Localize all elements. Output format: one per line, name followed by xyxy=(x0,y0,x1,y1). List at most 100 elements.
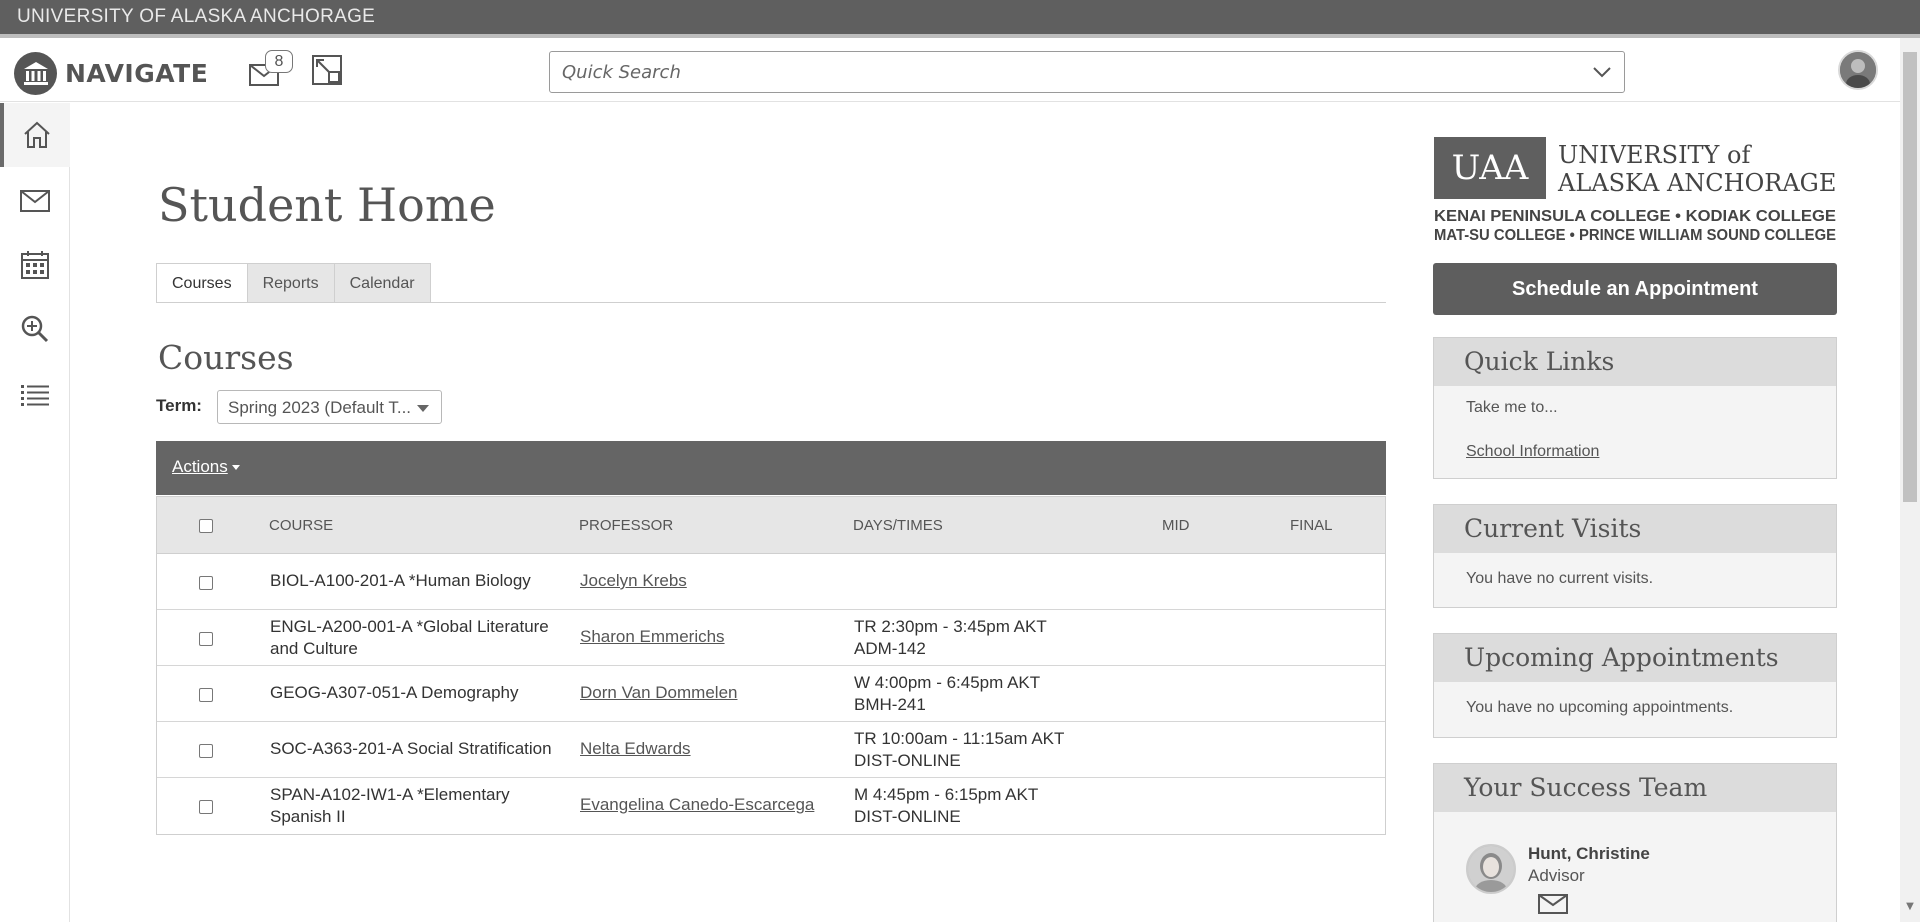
table-header: COURSE PROFESSOR DAYS/TIMES MID FINAL xyxy=(157,497,1385,554)
course-name: GEOG-A307-051-A Demography xyxy=(270,683,519,702)
chevron-down-icon[interactable] xyxy=(1592,64,1612,80)
scrollbar-thumb[interactable] xyxy=(1903,52,1917,502)
professor-link[interactable]: Jocelyn Krebs xyxy=(580,571,687,590)
user-photo-icon xyxy=(1840,52,1876,88)
meeting-time: M 4:45pm - 6:15pm AKT xyxy=(854,785,1039,804)
current-visits-body: You have no current visits. xyxy=(1434,553,1836,601)
row-checkbox[interactable] xyxy=(199,800,213,814)
header-mid[interactable]: MID xyxy=(1162,517,1190,534)
expand-button[interactable] xyxy=(311,54,345,88)
svg-text:UAA: UAA xyxy=(1452,148,1529,188)
professor-cell: Dorn Van Dommelen xyxy=(580,682,737,704)
course-name: BIOL-A100-201-A *Human Biology xyxy=(270,571,531,590)
row-checkbox[interactable] xyxy=(199,632,213,646)
header-professor[interactable]: PROFESSOR xyxy=(579,517,673,534)
svg-text:MAT-SU COLLEGE • PRINCE WILL: MAT-SU COLLEGE • PRINCE WILLIAM SOUND CO… xyxy=(1434,227,1836,244)
tab-calendar[interactable]: Calendar xyxy=(334,263,431,303)
row-checkbox[interactable] xyxy=(199,576,213,590)
table-row: ENGL-A200-001-A *Global Literature and C… xyxy=(157,610,1385,666)
quick-links-panel: Quick Links Take me to... School Informa… xyxy=(1433,337,1837,479)
school-information-link[interactable]: School Information xyxy=(1466,443,1599,460)
course-name: ENGL-A200-001-A *Global Literature and C… xyxy=(270,617,549,658)
success-team-panel: Your Success Team Hunt, Christine Adviso… xyxy=(1433,763,1837,922)
table-row: SPAN-A102-IW1-A *Elementary Spanish II E… xyxy=(157,778,1385,834)
institution-name: UNIVERSITY OF ALASKA ANCHORAGE xyxy=(17,6,376,27)
sidebar-item-home[interactable] xyxy=(0,103,70,167)
brand-name: NAVIGATE xyxy=(65,59,209,88)
meeting-room: DIST-ONLINE xyxy=(854,751,961,770)
svg-text:ALASKA ANCHORAGE.: ALASKA ANCHORAGE. xyxy=(1557,169,1838,197)
user-avatar[interactable] xyxy=(1838,50,1878,90)
course-name: SOC-A363-201-A Social Stratification xyxy=(270,739,552,758)
courses-table: COURSE PROFESSOR DAYS/TIMES MID FINAL BI… xyxy=(156,496,1386,835)
term-select[interactable]: Spring 2023 (Default T... xyxy=(217,390,442,424)
upcoming-appointments-title: Upcoming Appointments xyxy=(1434,634,1836,682)
tab-reports[interactable]: Reports xyxy=(247,263,335,303)
institution-logo-icon xyxy=(14,52,57,95)
days-times-cell: TR 2:30pm - 3:45pm AKT ADM-142 xyxy=(854,616,1094,660)
professor-cell: Nelta Edwards xyxy=(580,738,691,760)
meeting-room: ADM-142 xyxy=(854,639,926,658)
upcoming-appointments-text: You have no upcoming appointments. xyxy=(1466,699,1734,716)
advisor-role: Advisor xyxy=(1528,866,1585,885)
meeting-time: TR 10:00am - 11:15am AKT xyxy=(854,729,1065,748)
days-times-cell: M 4:45pm - 6:15pm AKT DIST-ONLINE xyxy=(854,784,1094,828)
success-team-title: Your Success Team xyxy=(1434,764,1836,812)
current-visits-text: You have no current visits. xyxy=(1466,570,1654,587)
quick-search-input[interactable] xyxy=(562,60,1562,84)
table-row: SOC-A363-201-A Social Stratification Nel… xyxy=(157,722,1385,778)
advisor-name: Hunt, Christine xyxy=(1528,844,1650,863)
current-visits-panel: Current Visits You have no current visit… xyxy=(1433,504,1837,608)
messages-button[interactable]: 8 xyxy=(249,50,293,86)
svg-text:UNIVERSITY of: UNIVERSITY of xyxy=(1558,141,1752,169)
professor-link[interactable]: Sharon Emmerichs xyxy=(580,627,725,646)
row-checkbox[interactable] xyxy=(199,688,213,702)
professor-cell: Evangelina Canedo-Escarcega xyxy=(580,794,814,816)
quick-links-title: Quick Links xyxy=(1434,338,1836,386)
quick-search[interactable] xyxy=(549,51,1625,93)
tab-courses[interactable]: Courses xyxy=(156,263,248,303)
navigate-brand[interactable]: NAVIGATE xyxy=(14,52,208,95)
success-team-member: Hunt, Christine Advisor xyxy=(1466,844,1826,922)
advisor-avatar xyxy=(1466,844,1516,894)
top-navbar: NAVIGATE 8 xyxy=(0,38,1900,102)
row-checkbox[interactable] xyxy=(199,744,213,758)
table-row: GEOG-A307-051-A Demography Dorn Van Domm… xyxy=(157,666,1385,722)
professor-link[interactable]: Nelta Edwards xyxy=(580,739,691,758)
schedule-appointment-button[interactable]: Schedule an Appointment xyxy=(1433,263,1837,315)
actions-label: Actions xyxy=(172,457,228,476)
select-all-checkbox[interactable] xyxy=(199,519,213,533)
sidebar-item-search[interactable] xyxy=(0,297,70,361)
header-course[interactable]: COURSE xyxy=(269,517,333,534)
left-sidebar xyxy=(0,103,70,922)
term-selected-value: Spring 2023 (Default T... xyxy=(228,398,412,417)
header-days-times[interactable]: DAYS/TIMES xyxy=(853,517,943,534)
quick-links-intro: Take me to... xyxy=(1466,399,1558,416)
upcoming-appointments-body: You have no upcoming appointments. xyxy=(1434,682,1836,730)
professor-link[interactable]: Dorn Van Dommelen xyxy=(580,683,737,702)
actions-bar: Actions xyxy=(156,441,1386,495)
header-final[interactable]: FINAL xyxy=(1290,517,1333,534)
message-count-badge: 8 xyxy=(265,50,293,73)
courses-heading: Courses xyxy=(158,338,294,377)
sidebar-item-calendar[interactable] xyxy=(0,233,70,297)
calendar-icon xyxy=(21,251,49,279)
meeting-time: W 4:00pm - 6:45pm AKT xyxy=(854,673,1041,692)
home-tabs: Courses Reports Calendar xyxy=(156,263,431,303)
days-times-cell: W 4:00pm - 6:45pm AKT BMH-241 xyxy=(854,672,1094,716)
institution-bar: UNIVERSITY OF ALASKA ANCHORAGE xyxy=(0,0,1920,38)
scroll-down-arrow-icon[interactable]: ▼ xyxy=(1903,900,1917,914)
list-icon xyxy=(21,385,49,406)
email-advisor-icon[interactable] xyxy=(1538,894,1568,914)
expand-icon xyxy=(312,55,342,85)
table-row: BIOL-A100-201-A *Human Biology Jocelyn K… xyxy=(157,554,1385,610)
meeting-room: BMH-241 xyxy=(854,695,926,714)
meeting-time: TR 2:30pm - 3:45pm AKT xyxy=(854,617,1047,636)
actions-dropdown[interactable]: Actions xyxy=(172,457,240,477)
professor-link[interactable]: Evangelina Canedo-Escarcega xyxy=(580,795,814,814)
mail-icon xyxy=(20,190,50,212)
current-visits-title: Current Visits xyxy=(1434,505,1836,553)
sidebar-item-messages[interactable] xyxy=(0,169,70,233)
sidebar-item-lists[interactable] xyxy=(0,363,70,427)
tabs-divider xyxy=(156,302,1386,303)
